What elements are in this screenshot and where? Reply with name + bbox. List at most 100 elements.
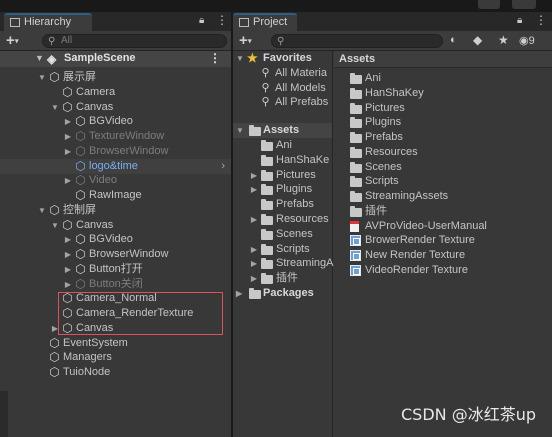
fold-open-arrow-icon[interactable]: ▼ bbox=[50, 100, 60, 115]
tab-hierarchy[interactable]: Hierarchy bbox=[4, 13, 92, 31]
assets-tree-item[interactable]: ▶ Plugins bbox=[233, 182, 332, 197]
hierarchy-item[interactable]: ▶ ⬡ BGVideo bbox=[0, 232, 231, 247]
hierarchy-item[interactable]: ⬡ TuioNode bbox=[0, 365, 231, 380]
tab-project[interactable]: Project bbox=[233, 13, 297, 31]
folder-icon bbox=[350, 205, 362, 217]
create-dropdown-button[interactable]: +▾ bbox=[6, 33, 19, 49]
fold-closed-arrow-icon[interactable]: ▶ bbox=[63, 129, 73, 144]
asset-item[interactable]: AVProVideo-UserManual bbox=[334, 219, 552, 234]
asset-item[interactable]: Resources bbox=[334, 145, 552, 160]
assets-tree-item[interactable]: HanShaKe bbox=[233, 153, 332, 168]
asset-item[interactable]: StreamingAssets bbox=[334, 189, 552, 204]
assets-fold-arrow-icon[interactable]: ▼ bbox=[236, 123, 244, 138]
hidden-packages-toggle[interactable]: ◉9 bbox=[519, 34, 535, 47]
assets-tree-item[interactable]: Ani bbox=[233, 138, 332, 153]
assets-tree-item[interactable]: Prefabs bbox=[233, 197, 332, 212]
fold-closed-arrow-icon[interactable]: ▶ bbox=[63, 114, 73, 129]
hierarchy-item-label: BrowserWindow bbox=[89, 248, 169, 260]
favorites-header[interactable]: ▼ ★ Favorites bbox=[233, 51, 332, 66]
kebab-menu-icon[interactable]: ⋮ bbox=[216, 13, 228, 27]
asset-item[interactable]: Scenes bbox=[334, 160, 552, 175]
fold-closed-arrow-icon[interactable]: ▶ bbox=[63, 277, 73, 292]
assets-breadcrumb[interactable]: Assets bbox=[334, 51, 552, 68]
hierarchy-item[interactable]: ▶ ⬡ Video bbox=[0, 173, 231, 188]
asset-item[interactable]: Pictures bbox=[334, 101, 552, 116]
favorites-fold-arrow-icon[interactable]: ▼ bbox=[236, 51, 244, 66]
fold-closed-arrow-icon[interactable]: ▶ bbox=[249, 168, 259, 183]
asset-item[interactable]: Prefabs bbox=[334, 130, 552, 145]
hierarchy-item[interactable]: ⬡ RawImage bbox=[0, 188, 231, 203]
lock-icon[interactable]: 🔒︎ bbox=[517, 15, 522, 26]
asset-item[interactable]: 插件 bbox=[334, 204, 552, 219]
hierarchy-item[interactable]: ⬡ EventSystem bbox=[0, 336, 231, 351]
assets-tree-item-label: StreamingA bbox=[276, 257, 334, 270]
hierarchy-item[interactable]: ▼ ⬡ 控制屏 bbox=[0, 203, 231, 218]
asset-item[interactable]: Ani bbox=[334, 71, 552, 86]
packages-fold-arrow-icon[interactable]: ▶ bbox=[236, 286, 242, 301]
asset-item[interactable]: HanShaKey bbox=[334, 86, 552, 101]
hierarchy-item[interactable]: ▶ ⬡ BrowserWindow bbox=[0, 247, 231, 262]
search-by-type-icon[interactable]: ◐ bbox=[450, 34, 457, 46]
chevron-right-icon[interactable]: › bbox=[221, 159, 225, 174]
fold-closed-arrow-icon[interactable]: ▶ bbox=[249, 212, 259, 227]
hierarchy-item[interactable]: ▼ ⬡ Canvas bbox=[0, 100, 231, 115]
assets-tree-item[interactable]: ▶ Resources bbox=[233, 212, 332, 227]
asset-item[interactable]: Plugins bbox=[334, 115, 552, 130]
fold-closed-arrow-icon[interactable]: ▶ bbox=[249, 256, 259, 271]
fold-open-arrow-icon[interactable]: ▼ bbox=[37, 203, 47, 218]
asset-item[interactable]: New Render Texture bbox=[334, 248, 552, 263]
hierarchy-item[interactable]: ▶ ⬡ TextureWindow bbox=[0, 129, 231, 144]
search-icon: ⚲ bbox=[277, 36, 285, 47]
assets-tree-item[interactable]: Scenes bbox=[233, 227, 332, 242]
eye-slash-icon: ◉ bbox=[519, 35, 529, 47]
hierarchy-item[interactable]: ⬡ Camera bbox=[0, 85, 231, 100]
hierarchy-item[interactable]: ▶ ⬡ BGVideo bbox=[0, 114, 231, 129]
hierarchy-scrollbar[interactable] bbox=[0, 391, 8, 437]
scene-header[interactable]: ▼ ◈ SampleScene ⋮ bbox=[0, 51, 231, 67]
hierarchy-item[interactable]: ⬡ logo&time › bbox=[0, 158, 231, 174]
asset-item-label: 插件 bbox=[365, 204, 387, 217]
assets-tree-item[interactable]: ▶ StreamingA bbox=[233, 256, 334, 271]
packages-header[interactable]: ▶ Packages bbox=[233, 286, 332, 301]
search-by-label-icon[interactable]: ◆ bbox=[473, 33, 482, 47]
asset-item[interactable]: BrowerRender Texture bbox=[334, 233, 552, 248]
favorite-star-icon[interactable]: ★ bbox=[498, 33, 509, 47]
favorites-item[interactable]: ⚲ All Prefabs bbox=[233, 95, 332, 110]
fold-closed-arrow-icon[interactable]: ▶ bbox=[63, 173, 73, 188]
hierarchy-item[interactable]: ▼ ⬡ 展示屏 bbox=[0, 70, 231, 85]
hierarchy-item[interactable]: ▶ ⬡ Button打开 bbox=[0, 262, 231, 277]
assets-tree-header[interactable]: ▼ Assets bbox=[233, 123, 332, 138]
assets-tree-item[interactable]: ▶ 插件 bbox=[233, 271, 332, 286]
hierarchy-search-input[interactable]: ⚲ All bbox=[42, 34, 227, 48]
fold-closed-arrow-icon[interactable]: ▶ bbox=[249, 182, 259, 197]
assets-tree-item[interactable]: ▶ Scripts bbox=[233, 242, 332, 257]
asset-item[interactable]: VideoRender Texture bbox=[334, 263, 552, 278]
fold-closed-arrow-icon[interactable]: ▶ bbox=[63, 144, 73, 159]
layers-dropdown-button[interactable] bbox=[478, 0, 500, 9]
account-button[interactable] bbox=[512, 0, 536, 9]
fold-closed-arrow-icon[interactable]: ▶ bbox=[63, 262, 73, 277]
asset-item[interactable]: Scripts bbox=[334, 174, 552, 189]
hierarchy-item[interactable]: ⬡ Managers bbox=[0, 350, 231, 365]
hierarchy-item[interactable]: ▼ ⬡ Canvas bbox=[0, 218, 231, 233]
scene-fold-arrow-icon[interactable]: ▼ bbox=[35, 53, 44, 63]
fold-open-arrow-icon[interactable]: ▼ bbox=[37, 70, 47, 85]
fold-closed-arrow-icon[interactable]: ▶ bbox=[63, 247, 73, 262]
favorites-item[interactable]: ⚲ All Materia bbox=[233, 66, 332, 81]
favorites-item[interactable]: ⚲ All Models bbox=[233, 81, 332, 96]
gameobject-cube-icon: ⬡ bbox=[75, 232, 86, 247]
scene-menu-icon[interactable]: ⋮ bbox=[209, 51, 221, 65]
asset-item-label: VideoRender Texture bbox=[365, 263, 468, 276]
lock-icon[interactable]: 🔒︎ bbox=[199, 15, 204, 26]
fold-closed-arrow-icon[interactable]: ▶ bbox=[63, 232, 73, 247]
hierarchy-item[interactable]: ▶ ⬡ BrowserWindow bbox=[0, 144, 231, 159]
project-search-input[interactable]: ⚲ bbox=[271, 34, 443, 48]
assets-tree-item[interactable]: ▶ Pictures bbox=[233, 168, 332, 183]
hierarchy-item[interactable]: ▶ ⬡ Button关闭 bbox=[0, 277, 231, 292]
hierarchy-item-label: BGVideo bbox=[89, 115, 133, 128]
fold-closed-arrow-icon[interactable]: ▶ bbox=[249, 242, 259, 257]
create-asset-dropdown-button[interactable]: +▾ bbox=[239, 33, 252, 49]
fold-open-arrow-icon[interactable]: ▼ bbox=[50, 218, 60, 233]
fold-closed-arrow-icon[interactable]: ▶ bbox=[249, 271, 259, 286]
kebab-menu-icon[interactable]: ⋮ bbox=[535, 13, 547, 27]
